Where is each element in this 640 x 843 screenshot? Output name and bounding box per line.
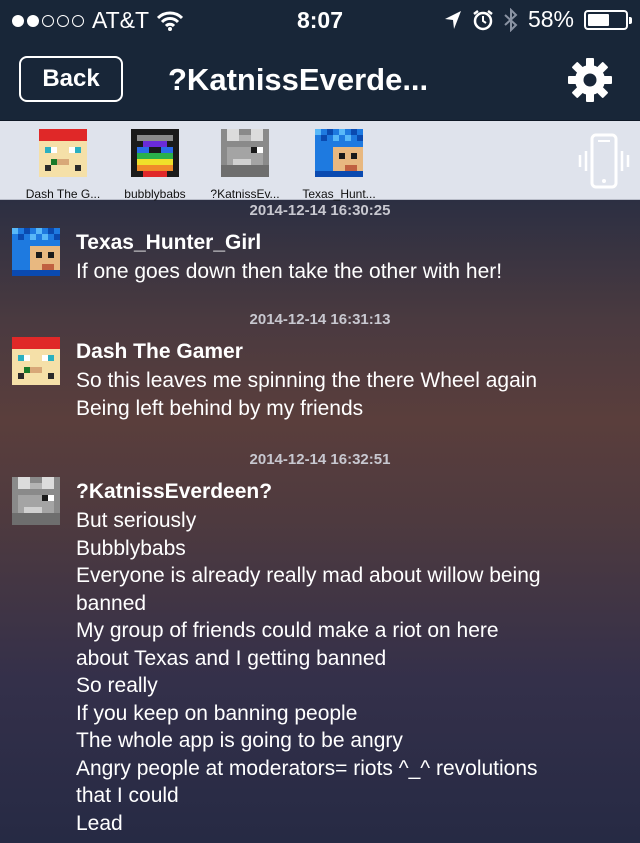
santa-pixel-avatar: [39, 129, 87, 177]
blue-pixel-avatar[interactable]: [12, 228, 60, 276]
conversation-title: ?KatnissEverde...: [168, 62, 429, 97]
gray-pixel-avatar[interactable]: [12, 477, 60, 525]
battery-percentage: 58%: [527, 6, 574, 32]
santa-pixel-avatar[interactable]: [12, 337, 60, 385]
status-bar: AT&T 8:07 58%: [0, 0, 640, 40]
bluetooth-icon: [504, 7, 518, 32]
message-line: Bubblybabs: [76, 536, 186, 560]
navigation-bar: Back ?KatnissEverde...: [0, 40, 640, 120]
message-line: about Texas and I getting banned: [76, 646, 387, 670]
message-line: If one goes down then take the other wit…: [76, 260, 503, 283]
member-katniss[interactable]: ?KatnissEv...: [197, 129, 293, 201]
message-line: that I could: [76, 784, 179, 807]
message-line: If you keep on banning people: [76, 701, 358, 725]
message-timestamp: 2014-12-14 16:30:25: [249, 202, 391, 219]
message-author: Texas_Hunter_Girl: [76, 231, 262, 254]
member-strip: Dash The G... bubblybabs ?KatnissEv... T…: [0, 121, 640, 201]
battery-icon: [584, 9, 632, 30]
member-dash[interactable]: Dash The G...: [15, 129, 111, 201]
gray-pixel-avatar: [221, 129, 269, 177]
message-line: The whole app is going to be angry: [76, 729, 403, 752]
message-author: ?KatnissEverdeen?: [76, 480, 273, 503]
alarm-clock-icon: [473, 9, 493, 30]
member-name: Texas_Hunt...: [302, 187, 376, 201]
message-line: Being left behind by my friends: [76, 396, 364, 420]
gear-icon[interactable]: [566, 56, 614, 104]
message-line: banned: [76, 591, 147, 615]
member-name: ?KatnissEv...: [210, 187, 280, 201]
message-list[interactable]: 2014-12-14 16:30:25 Texas_Hunter_Girl If…: [0, 200, 640, 843]
top-bar: AT&T 8:07 58% Back ?KatnissEverde...: [0, 0, 640, 121]
phone-vibrate-icon[interactable]: [576, 131, 632, 191]
member-name: bubblybabs: [124, 187, 186, 201]
blue-pixel-avatar: [315, 129, 363, 177]
message-line: My group of friends could make a riot on…: [76, 619, 499, 642]
member-texas[interactable]: Texas_Hunt...: [291, 129, 387, 201]
message-line: Everyone is already really mad about wil…: [76, 564, 541, 587]
message-timestamp: 2014-12-14 16:31:13: [249, 311, 391, 328]
message-timestamp: 2014-12-14 16:32:51: [249, 451, 391, 468]
member-name: Dash The G...: [25, 187, 101, 201]
location-arrow-icon: [444, 10, 461, 29]
message-line: So this leaves me spinning the there Whe…: [76, 369, 538, 392]
message-author: Dash The Gamer: [76, 340, 243, 363]
message-line: Angry people at moderators= riots ^_^ re…: [76, 756, 538, 780]
message-line: But seriously: [76, 509, 197, 532]
message-line: Lead: [76, 811, 123, 835]
rainbow-pixel-avatar: [131, 129, 179, 177]
member-bubblybabs[interactable]: bubblybabs: [107, 129, 203, 201]
message-line: So really: [76, 674, 158, 697]
back-button[interactable]: Back: [19, 56, 123, 102]
